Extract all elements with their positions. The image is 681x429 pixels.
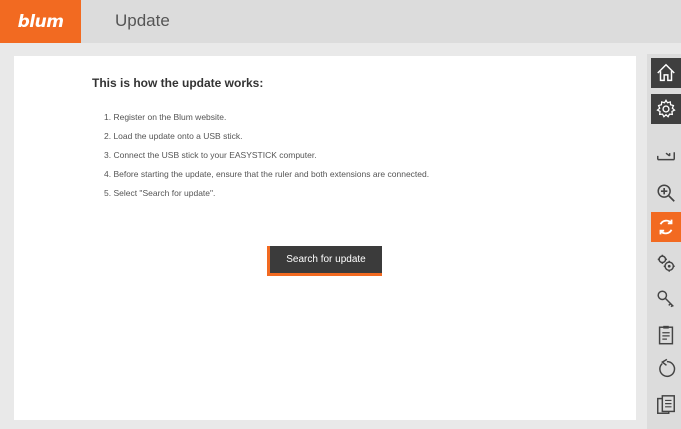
- reset-icon: [659, 358, 676, 378]
- sidebar-update-button[interactable]: [651, 212, 681, 242]
- right-sidebar: [647, 54, 681, 429]
- instruction-step: 5. Select "Search for update".: [104, 188, 216, 198]
- sidebar-ruler-button[interactable]: [651, 140, 681, 170]
- home-icon: [657, 63, 675, 82]
- instructions-list: 1. Register on the Blum website. 2. Load…: [104, 112, 429, 207]
- checklist-icon: [658, 325, 674, 345]
- instruction-step: 4. Before starting the update, ensure th…: [104, 169, 430, 179]
- sidebar-zoom-button[interactable]: [651, 178, 681, 208]
- documents-icon: [657, 395, 675, 414]
- instructions-heading: This is how the update works:: [92, 76, 264, 90]
- zoom-icon: [657, 184, 675, 202]
- logo-text: blum: [17, 11, 64, 32]
- key-icon: [657, 290, 674, 308]
- app-header: blum Update: [0, 0, 681, 43]
- instruction-step: 3. Connect the USB stick to your EASYSTI…: [104, 150, 317, 160]
- instruction-step: 1. Register on the Blum website.: [104, 112, 227, 122]
- sidebar-gears-button[interactable]: [651, 248, 681, 278]
- sidebar-home-button[interactable]: [651, 58, 681, 88]
- ruler-icon: [657, 152, 675, 161]
- search-for-update-button[interactable]: Search for update: [267, 246, 382, 276]
- settings-gear-icon: [656, 99, 676, 118]
- sidebar-documents-button[interactable]: [651, 390, 681, 420]
- sidebar-settings-button[interactable]: [651, 94, 681, 124]
- sidebar-checklist-button[interactable]: [651, 320, 681, 350]
- sidebar-reset-button[interactable]: [651, 354, 681, 384]
- update-sync-icon: [659, 219, 673, 235]
- main-panel: This is how the update works: 1. Registe…: [14, 56, 636, 420]
- page-title: Update: [115, 11, 170, 30]
- gears-icon: [657, 254, 675, 272]
- instruction-step: 2. Load the update onto a USB stick.: [104, 131, 243, 141]
- sidebar-key-button[interactable]: [651, 284, 681, 314]
- blum-logo: blum: [0, 0, 81, 43]
